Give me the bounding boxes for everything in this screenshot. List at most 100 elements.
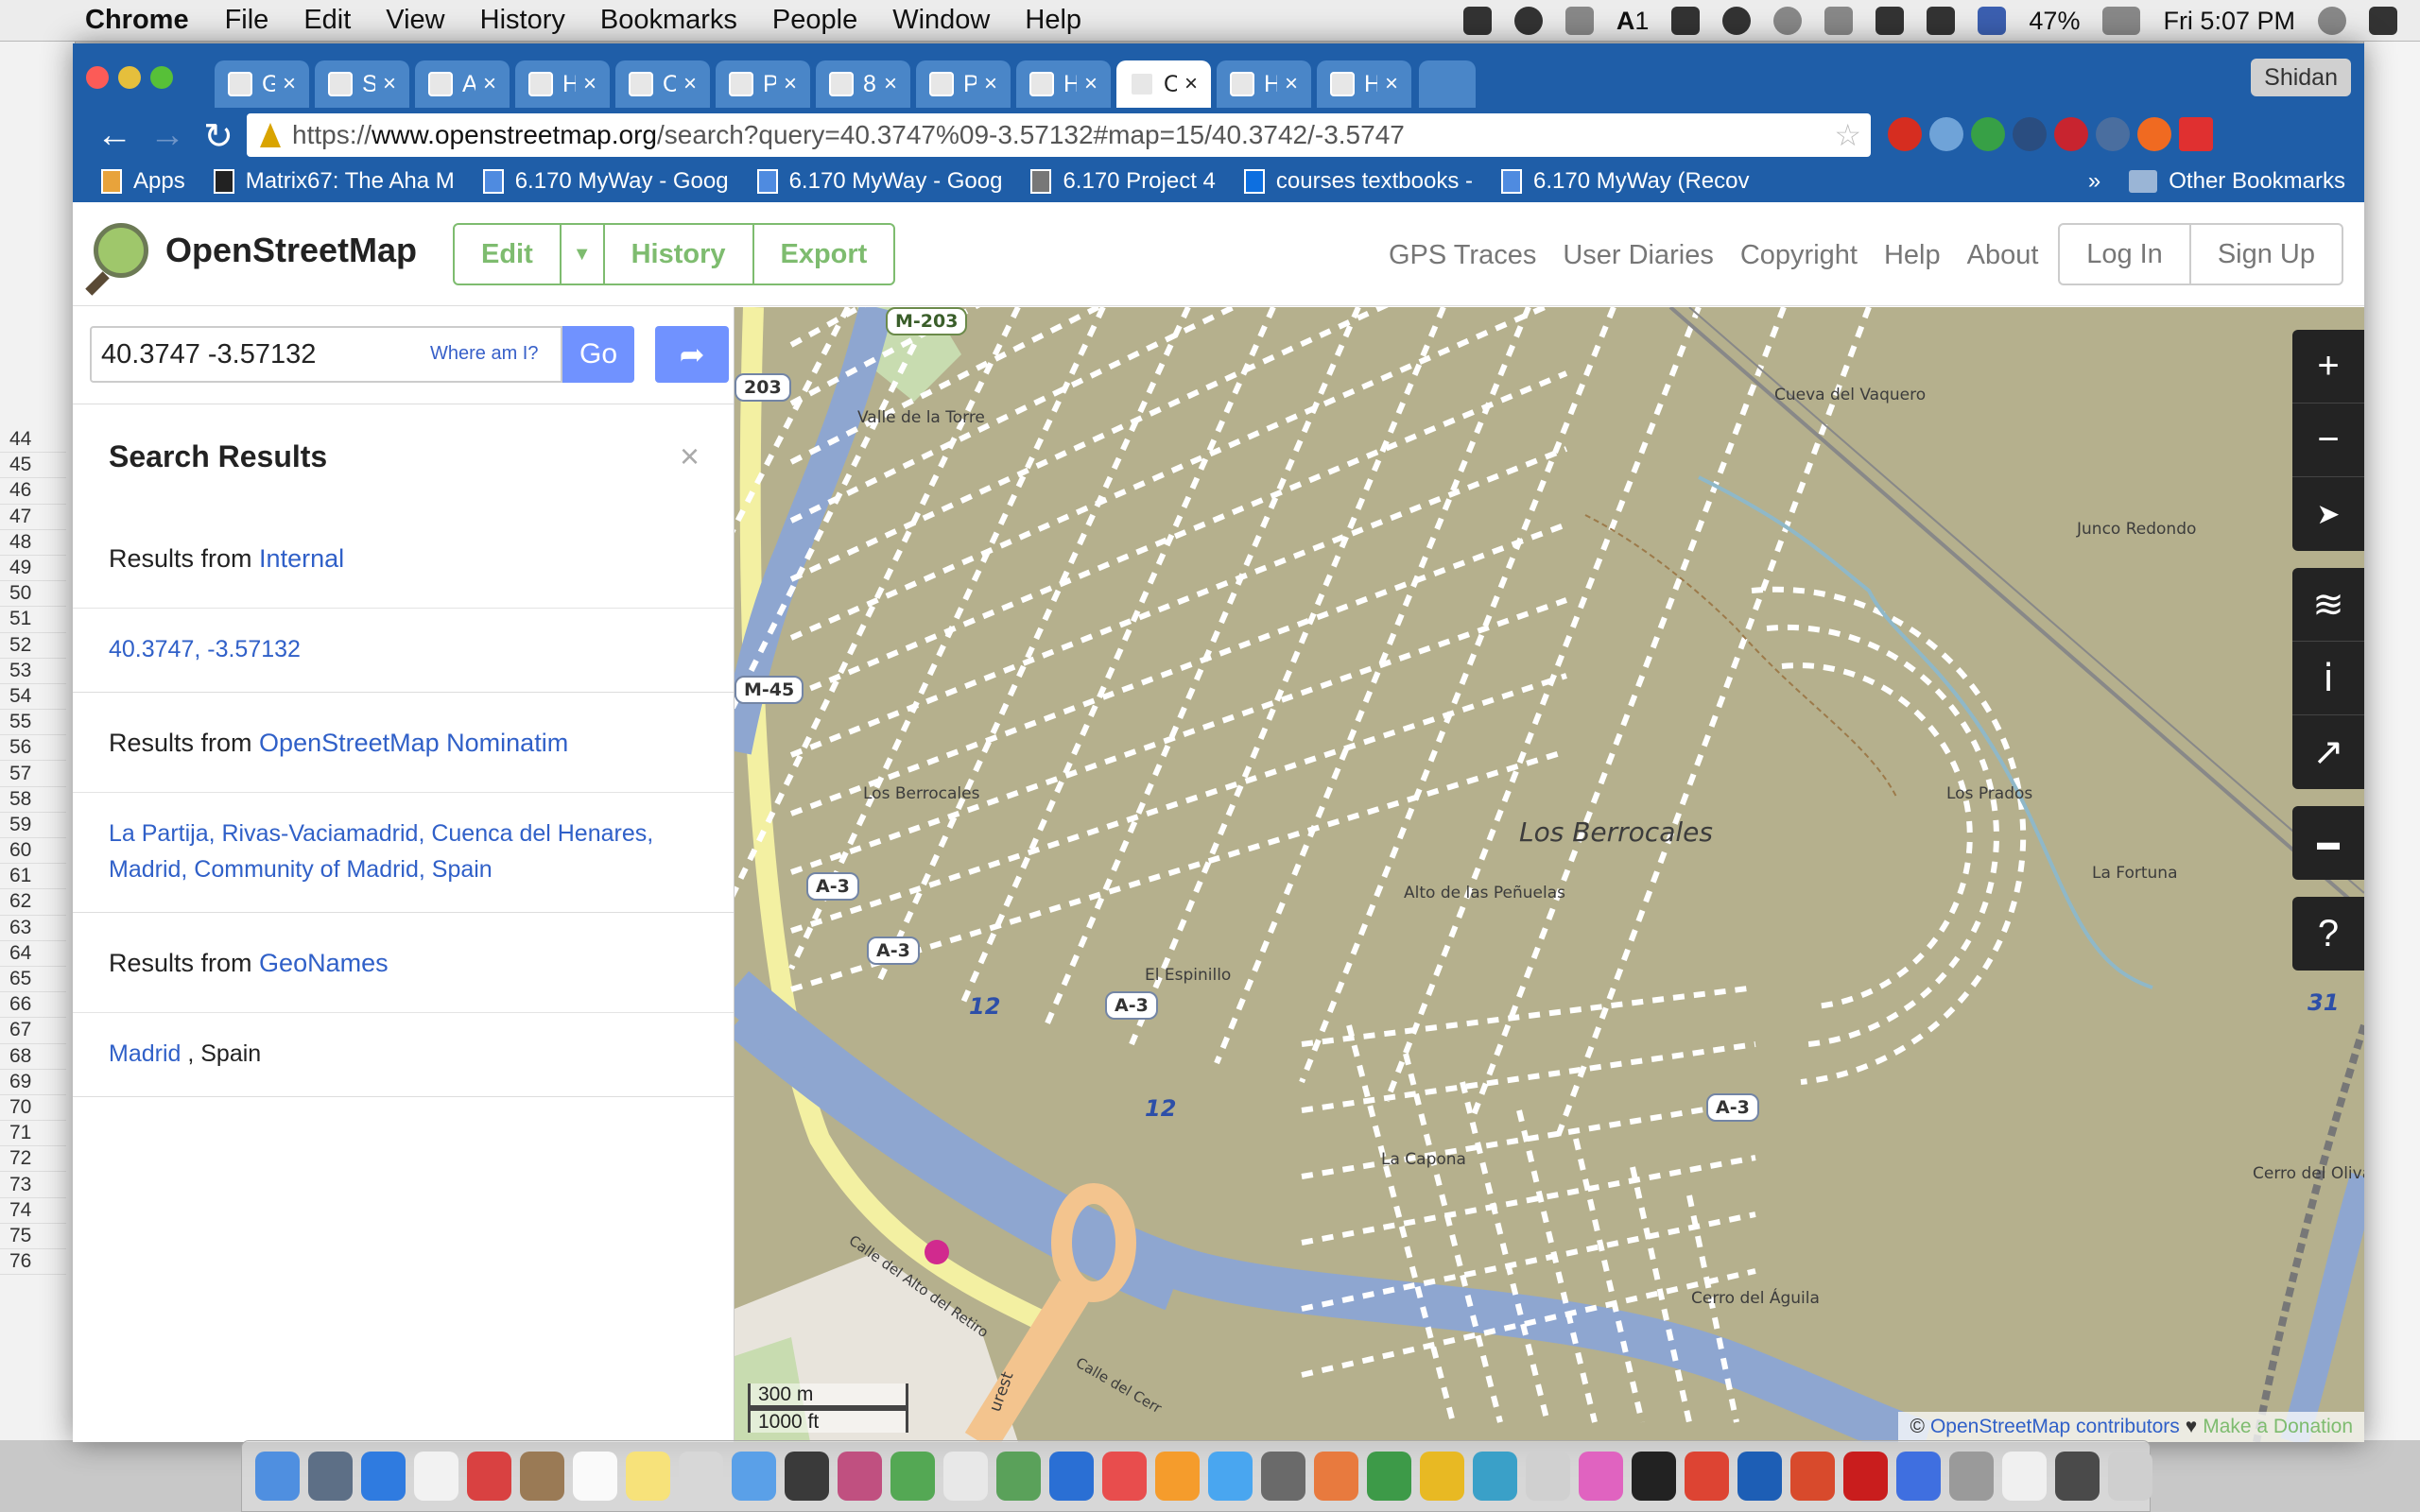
signup-button[interactable]: Sign Up	[2191, 225, 2342, 284]
map-key-icon[interactable]: ⅰ	[2292, 642, 2364, 715]
dock-app-icon[interactable]	[573, 1452, 617, 1501]
go-button[interactable]: Go	[562, 326, 634, 383]
menubar-clock[interactable]: Fri 5:07 PM	[2163, 7, 2295, 36]
browser-tab[interactable]: OpenS ×	[615, 60, 710, 108]
dock-app-icon[interactable]	[361, 1452, 406, 1501]
nav-help[interactable]: Help	[1884, 240, 1941, 271]
tab-close-icon[interactable]: ×	[784, 71, 797, 97]
menubar-item-edit[interactable]: Edit	[303, 5, 351, 36]
minimize-window-button[interactable]	[118, 66, 141, 89]
share-icon[interactable]: ↗	[2292, 715, 2364, 789]
dock-app-icon[interactable]	[1843, 1452, 1888, 1501]
other-bookmarks[interactable]: » Other Bookmarks	[2088, 168, 2345, 195]
where-am-i-link[interactable]: Where am I?	[430, 343, 538, 365]
layers-icon[interactable]: ≋	[2292, 568, 2364, 642]
dock-app-icon[interactable]	[996, 1452, 1041, 1501]
chrome-menu-icon[interactable]	[2179, 117, 2213, 151]
make-donation-link[interactable]: Make a Donation	[2203, 1416, 2353, 1438]
nav-gps-traces[interactable]: GPS Traces	[1389, 240, 1536, 271]
add-note-icon[interactable]: ▬	[2292, 806, 2364, 880]
back-arrow-icon[interactable]: ←	[94, 115, 135, 156]
menubar-item-help[interactable]: Help	[1025, 5, 1081, 36]
menubar-item-bookmarks[interactable]: Bookmarks	[600, 5, 737, 36]
us-flag-icon[interactable]	[1978, 7, 2007, 35]
dock-app-icon[interactable]	[1155, 1452, 1200, 1501]
close-window-button[interactable]	[86, 66, 109, 89]
forward-arrow-icon[interactable]: →	[147, 115, 188, 156]
dock-app-icon[interactable]	[1737, 1452, 1782, 1501]
bookmarks-overflow-chevron[interactable]: »	[2088, 168, 2100, 195]
dock-app-icon[interactable]	[1473, 1452, 1517, 1501]
earth-extension-icon[interactable]	[1929, 117, 1963, 151]
bookmark-courses-textbooks[interactable]: courses textbooks -	[1243, 168, 1473, 195]
tab-close-icon[interactable]: ×	[483, 71, 496, 97]
bluetooth-icon[interactable]	[1824, 7, 1854, 35]
dock-app-icon[interactable]	[1420, 1452, 1464, 1501]
dock-app-icon[interactable]	[1261, 1452, 1305, 1501]
adblock-extension-icon[interactable]	[1888, 117, 1922, 151]
dock-app-icon[interactable]	[255, 1452, 300, 1501]
bookmark-myway-1[interactable]: 6.170 MyWay - Goog	[482, 168, 729, 195]
menubar-app-name[interactable]: Chrome	[85, 5, 189, 36]
dock-app-icon[interactable]	[943, 1452, 988, 1501]
dock-app-icon[interactable]	[732, 1452, 776, 1501]
dock-app-icon[interactable]	[1526, 1452, 1570, 1501]
menubar-item-history[interactable]: History	[480, 5, 565, 36]
reload-icon[interactable]: ↻	[198, 115, 239, 158]
bookmark-project4[interactable]: 6.170 Project 4	[1030, 168, 1216, 195]
results-source-link[interactable]: Internal	[259, 544, 344, 573]
green-extension-icon[interactable]	[1971, 117, 2005, 151]
adobe-status-icon[interactable]: A1	[1616, 7, 1650, 36]
bookmark-star-icon[interactable]: ☆	[1834, 117, 1861, 153]
time-machine-icon[interactable]	[1773, 7, 1803, 35]
dock-app-icon[interactable]	[414, 1452, 458, 1501]
security-warning-icon[interactable]	[260, 123, 281, 147]
osm-contributors-link[interactable]: OpenStreetMap contributors	[1930, 1416, 2180, 1438]
bookmark-matrix67[interactable]: Matrix67: The Aha M	[213, 168, 455, 195]
nav-user-diaries[interactable]: User Diaries	[1563, 240, 1714, 271]
dock-app-icon[interactable]	[1208, 1452, 1253, 1501]
show-my-location-icon[interactable]: ➤	[2292, 477, 2364, 551]
dock-app-icon[interactable]	[1367, 1452, 1411, 1501]
dock-app-icon[interactable]	[1896, 1452, 1941, 1501]
tab-close-icon[interactable]: ×	[383, 71, 396, 97]
tab-close-icon[interactable]: ×	[1184, 71, 1198, 97]
menubar-item-file[interactable]: File	[225, 5, 269, 36]
browser-tab[interactable]: SLS ::×	[315, 60, 409, 108]
dock-app-icon[interactable]	[890, 1452, 935, 1501]
dock-app-icon[interactable]	[2055, 1452, 2100, 1501]
edit-dropdown-chevron-icon[interactable]: ▼	[562, 225, 605, 284]
zoom-out-icon[interactable]: −	[2292, 404, 2364, 477]
dock-app-icon[interactable]	[1314, 1452, 1358, 1501]
info-extension-icon[interactable]	[2096, 117, 2130, 151]
result-link[interactable]: Madrid	[109, 1040, 181, 1067]
copy-icon[interactable]	[1671, 7, 1701, 35]
spotlight-search-icon[interactable]	[2318, 7, 2346, 35]
browser-tab[interactable]: Hamst ×	[1016, 60, 1111, 108]
browser-tab[interactable]: OpenS ×	[1116, 60, 1211, 108]
dock-app-icon[interactable]	[1049, 1452, 1094, 1501]
history-button[interactable]: History	[605, 225, 754, 284]
new-tab-button[interactable]	[1419, 60, 1476, 108]
export-button[interactable]: Export	[754, 225, 894, 284]
map-view[interactable]: Los Berrocales Valle de la Torre Los Ber…	[735, 307, 2364, 1442]
result-link[interactable]: La Partija, Rivas-Vaciamadrid, Cuenca de…	[109, 820, 653, 883]
close-results-icon[interactable]: ×	[680, 437, 700, 476]
tab-close-icon[interactable]: ×	[283, 71, 296, 97]
menubar-item-view[interactable]: View	[386, 5, 444, 36]
menubar-item-window[interactable]: Window	[892, 5, 990, 36]
login-button[interactable]: Log In	[2060, 225, 2191, 284]
tab-close-icon[interactable]: ×	[1285, 71, 1298, 97]
browser-tab[interactable]: Poligo ×	[716, 60, 810, 108]
browser-tab[interactable]: 8.7. se ×	[816, 60, 910, 108]
tab-close-icon[interactable]: ×	[1385, 71, 1398, 97]
notification-center-icon[interactable]	[2369, 7, 2397, 35]
dock-app-icon[interactable]	[1685, 1452, 1729, 1501]
dock-app-icon[interactable]	[520, 1452, 564, 1501]
browser-tab[interactable]: Hamst ×	[1317, 60, 1411, 108]
query-features-icon[interactable]: ?	[2292, 897, 2364, 971]
result-link[interactable]: 40.3747, -3.57132	[109, 636, 301, 662]
zoom-in-icon[interactable]: +	[2292, 330, 2364, 404]
bookmark-apps[interactable]: Apps	[101, 168, 185, 195]
dock-app-icon[interactable]	[308, 1452, 353, 1501]
